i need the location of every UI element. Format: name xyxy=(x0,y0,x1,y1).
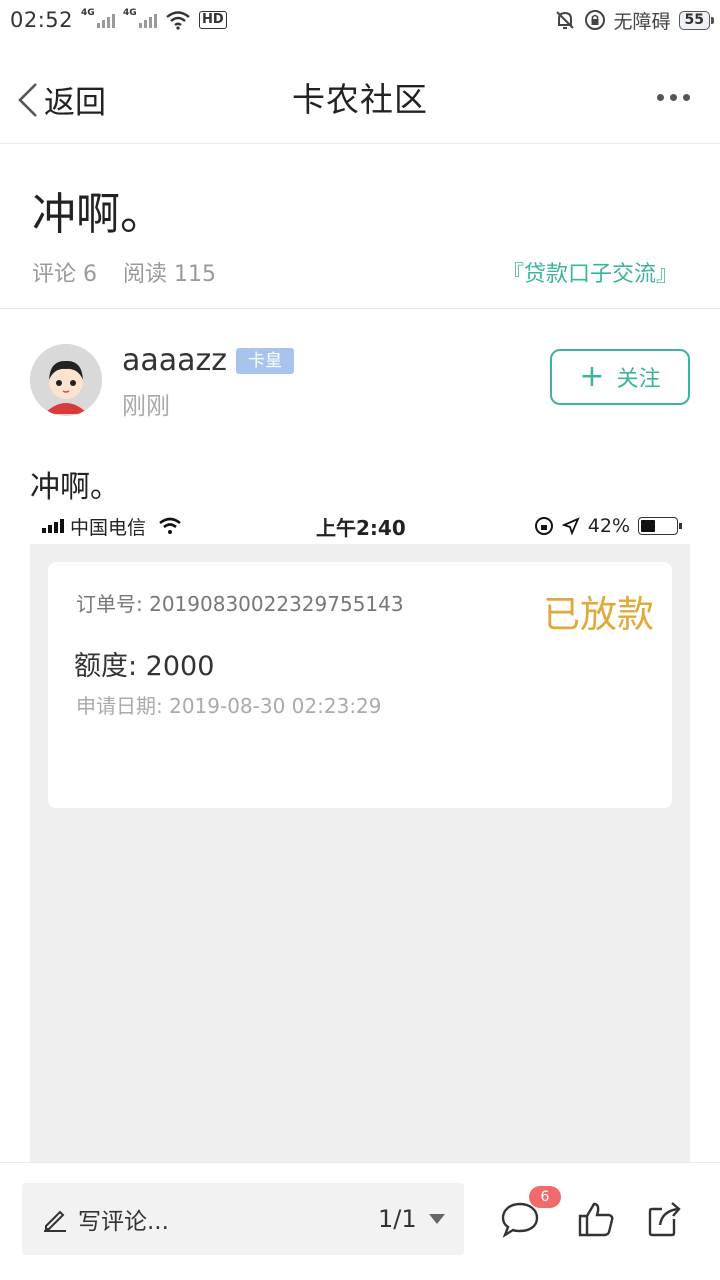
category-link[interactable]: 『贷款口子交流』 xyxy=(502,256,678,288)
caret-down-icon xyxy=(428,1214,445,1224)
page-selector[interactable]: 1/1 xyxy=(378,1183,445,1255)
status-time: 02:52 xyxy=(10,8,74,32)
hd-icon: HD xyxy=(199,11,227,29)
follow-label: 关注 xyxy=(616,367,661,392)
image-battery-label: 42% xyxy=(587,515,630,537)
comment-count: 评论 6 xyxy=(32,262,97,287)
image-time: 上午2:40 xyxy=(316,515,406,540)
chevron-left-icon xyxy=(18,82,37,117)
order-date: 申请日期: 2019-08-30 02:23:29 xyxy=(76,694,382,718)
share-icon[interactable] xyxy=(646,1199,686,1239)
rotation-lock-icon xyxy=(584,10,605,30)
follow-button[interactable]: + 关注 xyxy=(550,349,690,405)
page-indicator: 1/1 xyxy=(378,1205,417,1233)
order-status: 已放款 xyxy=(543,593,654,636)
order-card: 订单号: 20190830022329755143 已放款 额度: 2000 申… xyxy=(48,562,672,808)
signal-icon xyxy=(42,519,64,533)
wifi-icon xyxy=(166,11,190,30)
comment-count-badge: 6 xyxy=(529,1186,561,1208)
post-image[interactable]: 中国电信 上午2:40 42% 订单号: 2019083002232975514… xyxy=(30,508,690,1162)
rotation-lock-icon xyxy=(534,517,553,535)
back-button[interactable]: 返回 xyxy=(16,77,106,122)
more-icon[interactable] xyxy=(657,94,690,101)
accessibility-label: 无障碍 xyxy=(613,10,671,33)
post-meta: 评论 6 阅读 115 xyxy=(32,256,216,288)
order-amount: 额度: 2000 xyxy=(74,651,215,682)
image-status-bar: 中国电信 上午2:40 42% xyxy=(30,508,690,544)
mute-bell-icon xyxy=(555,11,574,29)
order-number: 订单号: 20190830022329755143 xyxy=(76,592,404,616)
read-count: 阅读 115 xyxy=(123,262,216,287)
battery-icon xyxy=(638,517,682,535)
nav-bar: 返回 卡农社区 xyxy=(0,50,720,144)
divider xyxy=(0,308,720,309)
post-title: 冲啊。 xyxy=(32,189,164,240)
post-time: 刚刚 xyxy=(122,392,170,420)
author-name[interactable]: aaaazz xyxy=(122,343,227,378)
status-bar: 02:52 4G 4G HD 无障碍 55 xyxy=(0,0,720,40)
avatar[interactable] xyxy=(30,344,102,416)
wifi-icon xyxy=(159,517,181,534)
page-title: 卡农社区 xyxy=(292,79,428,119)
comment-placeholder: 写评论... xyxy=(78,1209,169,1235)
author-badge: 卡皇 xyxy=(236,348,294,374)
battery-indicator: 55 xyxy=(678,10,715,30)
location-arrow-icon xyxy=(561,517,580,535)
signal-icon: 4G xyxy=(123,8,158,28)
plus-icon: + xyxy=(579,359,605,394)
bottom-bar: 写评论... 1/1 xyxy=(0,1162,720,1280)
signal-icon: 4G xyxy=(81,8,116,28)
pencil-icon xyxy=(44,1210,66,1232)
back-label: 返回 xyxy=(44,85,106,121)
carrier-label: 中国电信 xyxy=(70,516,147,539)
post-body: 冲啊。 xyxy=(30,470,120,505)
thumbs-up-icon[interactable] xyxy=(576,1199,616,1239)
